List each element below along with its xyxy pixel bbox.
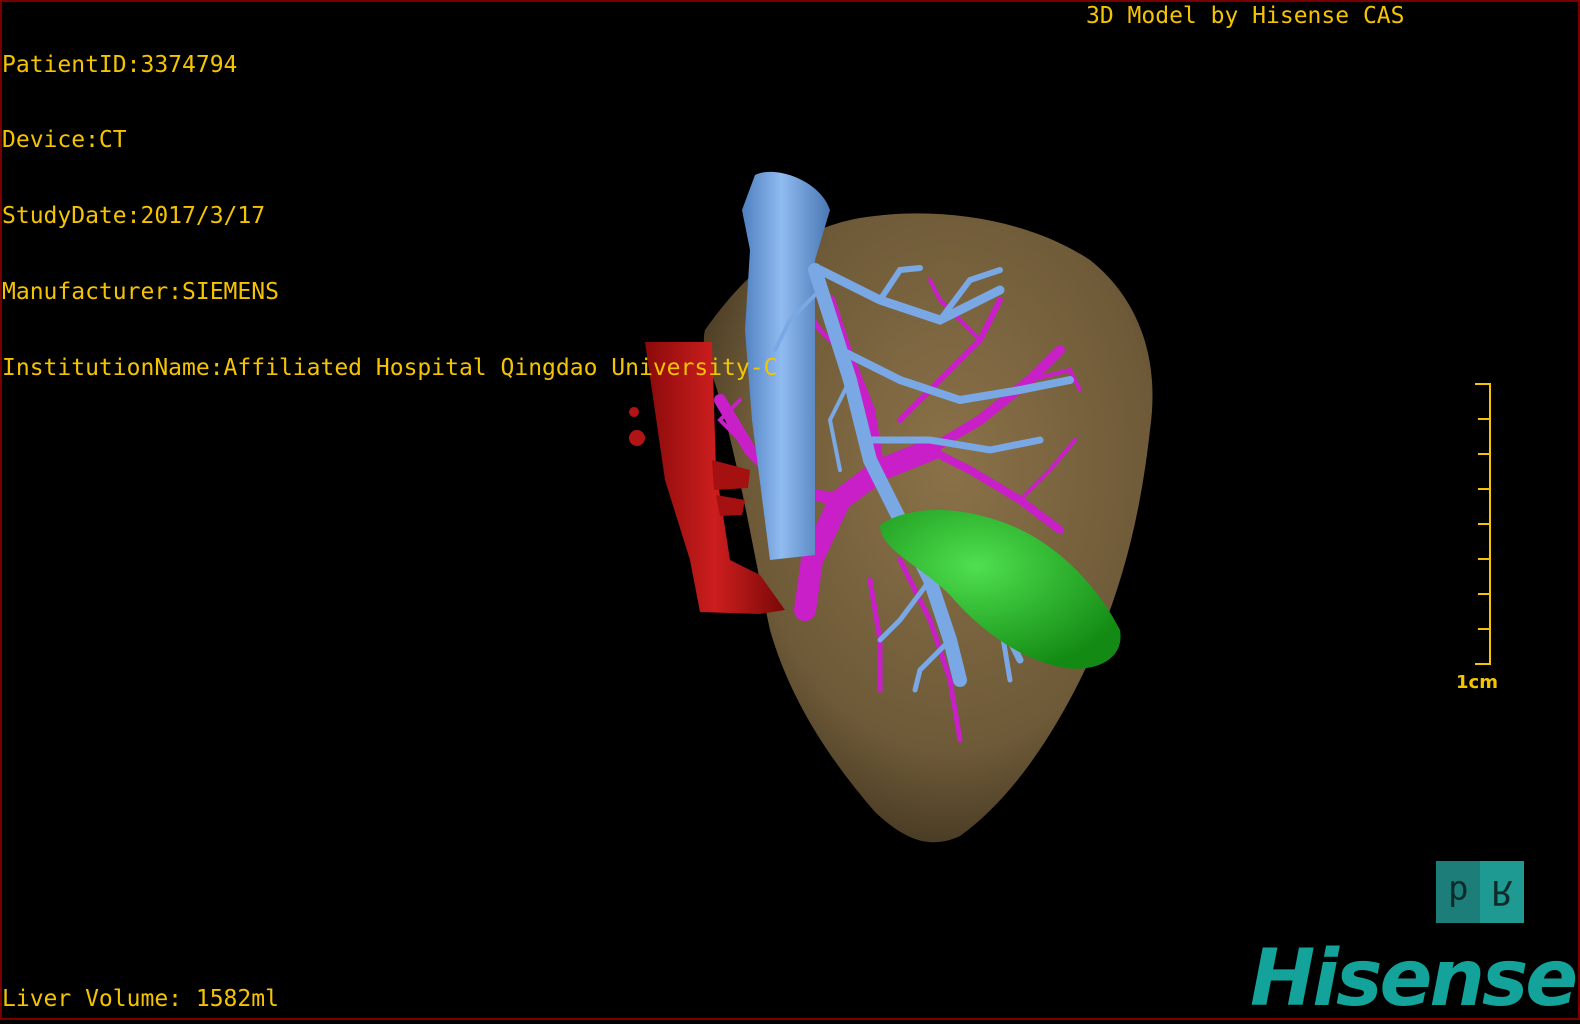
patient-id-label: PatientID:3374794	[2, 51, 238, 78]
scale-bar	[1475, 383, 1491, 665]
orientation-face-right[interactable]: R	[1480, 861, 1524, 923]
hisense-logo: Hisense	[1250, 934, 1578, 1024]
scale-bar-label: 1cm	[1456, 672, 1498, 693]
device-label: Device:CT	[2, 127, 127, 154]
manufacturer-label: Manufacturer:SIEMENS	[2, 279, 279, 306]
orientation-cube-icon[interactable]: d R	[1436, 861, 1524, 923]
study-date-label: StudyDate:2017/3/17	[2, 203, 266, 230]
model-credit: 3D Model by Hisense CAS	[1086, 3, 1405, 29]
dicom-info-overlay: PatientID:3374794 Device:CT StudyDate:20…	[2, 2, 777, 407]
orientation-face-left[interactable]: d	[1436, 861, 1480, 923]
institution-label: InstitutionName:Affiliated Hospital Qing…	[2, 355, 778, 382]
liver-volume-label: Liver Volume: 1582ml	[2, 986, 279, 1012]
